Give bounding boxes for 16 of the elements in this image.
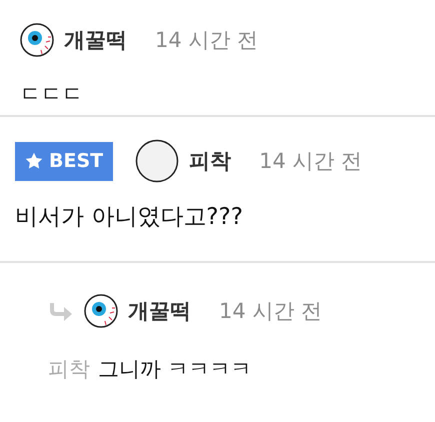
comment-text: ㄷㄷㄷ <box>20 81 83 108</box>
author-name[interactable]: 개꿀떡 <box>64 26 127 54</box>
eyeball-icon <box>20 23 54 57</box>
author-name[interactable]: 개꿀떡 <box>128 297 191 325</box>
star-icon <box>25 152 43 170</box>
eyeball-icon <box>84 294 118 328</box>
comment-text: 비서가 아니였다고??? <box>15 203 243 232</box>
timestamp: 14 시간 전 <box>259 148 362 175</box>
avatar <box>135 139 180 183</box>
best-badge: BEST <box>15 142 114 180</box>
reply-arrow-icon <box>48 301 74 321</box>
reply-target: 피착 <box>48 356 90 383</box>
timestamp: 14 시간 전 <box>155 27 258 54</box>
timestamp: 14 시간 전 <box>219 298 322 325</box>
author-name[interactable]: 피착 <box>189 147 232 175</box>
comment-text: 그니까 ㅋㅋㅋㅋ <box>98 356 252 383</box>
